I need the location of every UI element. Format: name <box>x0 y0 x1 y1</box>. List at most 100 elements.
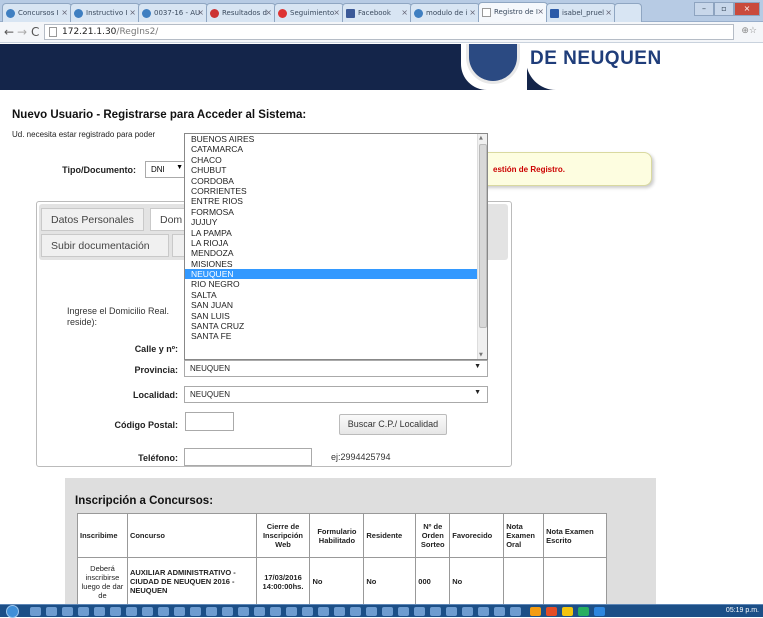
dropdown-option[interactable]: SANTA CRUZ <box>185 321 487 331</box>
buscar-cp-button[interactable]: Buscar C.P./ Localidad <box>339 414 447 435</box>
reload-icon[interactable]: C <box>31 25 39 39</box>
taskbar-app-icon[interactable] <box>222 607 233 616</box>
browser-tab[interactable]: Facebook × <box>342 3 412 22</box>
close-icon[interactable]: × <box>333 8 340 17</box>
browser-tab[interactable]: isabel_pruel × <box>546 3 616 22</box>
taskbar-app-icon[interactable] <box>334 607 345 616</box>
dropdown-option[interactable]: CATAMARCA <box>185 144 487 154</box>
dropdown-option[interactable]: SAN LUIS <box>185 311 487 321</box>
dropdown-option[interactable]: CHACO <box>185 155 487 165</box>
taskbar-app-icon[interactable] <box>110 607 121 616</box>
dropdown-option[interactable]: SALTA <box>185 290 487 300</box>
dropdown-option-selected[interactable]: NEUQUEN <box>185 269 487 280</box>
taskbar-app-icon[interactable] <box>190 607 201 616</box>
taskbar-app-icon[interactable] <box>78 607 89 616</box>
taskbar-app-icon[interactable] <box>238 607 249 616</box>
tipo-doc-select[interactable]: DNI ▼ <box>145 161 188 178</box>
close-icon[interactable]: × <box>61 8 68 17</box>
scroll-down-icon[interactable]: ▼ <box>479 352 483 358</box>
dropdown-option[interactable]: BUENOS AIRES <box>185 134 487 144</box>
taskbar-app-icon[interactable] <box>594 607 605 616</box>
zoom-bookmark-icons[interactable]: ⊕☆ <box>741 26 757 36</box>
taskbar-app-icon[interactable] <box>382 607 393 616</box>
taskbar-app-icon[interactable] <box>30 607 41 616</box>
taskbar-app-icon[interactable] <box>494 607 505 616</box>
browser-tab[interactable]: Seguimiento × <box>274 3 344 22</box>
taskbar-app-icon[interactable] <box>530 607 541 616</box>
provincia-select[interactable]: NEUQUEN ▼ <box>184 360 488 377</box>
dropdown-option[interactable]: FORMOSA <box>185 207 487 217</box>
taskbar-app-icon[interactable] <box>462 607 473 616</box>
taskbar-app-icon[interactable] <box>350 607 361 616</box>
scrollbar-thumb[interactable] <box>479 144 487 328</box>
tab-domicilio[interactable]: Dom <box>150 208 188 231</box>
maximize-button[interactable]: ▫ <box>714 2 734 16</box>
taskbar-app-icon[interactable] <box>546 607 557 616</box>
dropdown-option[interactable]: MENDOZA <box>185 248 487 258</box>
dropdown-scrollbar[interactable]: ▲ ▼ <box>477 134 487 359</box>
taskbar-app-icon[interactable] <box>446 607 457 616</box>
tab-datos-personales[interactable]: Datos Personales <box>41 208 144 231</box>
taskbar-app-icon[interactable] <box>430 607 441 616</box>
dropdown-option[interactable]: ENTRE RIOS <box>185 196 487 206</box>
forward-arrow-icon[interactable]: → <box>17 25 27 39</box>
close-icon[interactable]: × <box>401 8 408 17</box>
dropdown-option[interactable]: RIO NEGRO <box>185 279 487 289</box>
dropdown-option[interactable]: SAN JUAN <box>185 300 487 310</box>
browser-tab[interactable]: modulo de i × <box>410 3 480 22</box>
taskbar-app-icon[interactable] <box>510 607 521 616</box>
taskbar-app-icon[interactable] <box>366 607 377 616</box>
taskbar-app-icon[interactable] <box>286 607 297 616</box>
dropdown-option[interactable]: LA PAMPA <box>185 228 487 238</box>
taskbar-app-icon[interactable] <box>94 607 105 616</box>
browser-tab[interactable]: Concursos I × <box>2 3 72 22</box>
browser-tab[interactable]: 0037-16 - AU × <box>138 3 208 22</box>
taskbar-app-icon[interactable] <box>414 607 425 616</box>
browser-tab[interactable]: Instructivo I × <box>70 3 140 22</box>
close-icon[interactable]: × <box>469 8 476 17</box>
taskbar-app-icon[interactable] <box>302 607 313 616</box>
taskbar-app-icon[interactable] <box>270 607 281 616</box>
browser-tab[interactable]: Resultados d × <box>206 3 276 22</box>
close-icon[interactable]: × <box>197 8 204 17</box>
taskbar-app-icon[interactable] <box>206 607 217 616</box>
close-icon[interactable]: × <box>129 8 136 17</box>
taskbar-app-icon[interactable] <box>478 607 489 616</box>
tab-subir-documentacion[interactable]: Subir documentación <box>41 234 169 257</box>
taskbar-app-icon[interactable] <box>126 607 137 616</box>
taskbar-app-icon[interactable] <box>562 607 573 616</box>
taskbar-app-icon[interactable] <box>62 607 73 616</box>
codigo-postal-input[interactable] <box>185 412 234 431</box>
dropdown-option[interactable]: JUJUY <box>185 217 487 227</box>
start-button[interactable] <box>6 605 19 618</box>
close-icon[interactable]: × <box>605 8 612 17</box>
scroll-up-icon[interactable]: ▲ <box>479 135 483 141</box>
telefono-input[interactable] <box>184 448 312 466</box>
dropdown-option[interactable]: CORDOBA <box>185 176 487 186</box>
minimize-button[interactable]: – <box>694 2 714 16</box>
dropdown-option[interactable]: MISIONES <box>185 259 487 269</box>
taskbar-app-icon[interactable] <box>46 607 57 616</box>
close-icon[interactable]: × <box>265 8 272 17</box>
taskbar-app-icon[interactable] <box>158 607 169 616</box>
table-row: Deberá inscribirse luego de dar de AUXIL… <box>77 557 607 606</box>
close-icon[interactable]: × <box>537 7 544 16</box>
taskbar-clock: 05:19 p.m. <box>725 607 759 614</box>
taskbar-app-icon[interactable] <box>398 607 409 616</box>
new-tab-button[interactable] <box>614 3 642 22</box>
dropdown-option[interactable]: CHUBUT <box>185 165 487 175</box>
dropdown-option[interactable]: LA RIOJA <box>185 238 487 248</box>
provincia-dropdown-list[interactable]: BUENOS AIRES CATAMARCA CHACO CHUBUT CORD… <box>184 133 488 360</box>
taskbar-app-icon[interactable] <box>254 607 265 616</box>
taskbar-app-icon[interactable] <box>142 607 153 616</box>
address-bar[interactable]: 172.21.1.30/RegIns2/ <box>44 24 734 40</box>
taskbar-app-icon[interactable] <box>318 607 329 616</box>
dropdown-option[interactable]: CORRIENTES <box>185 186 487 196</box>
dropdown-option[interactable]: SANTA FE <box>185 331 487 341</box>
taskbar-app-icon[interactable] <box>174 607 185 616</box>
browser-tab-active[interactable]: Registro de I × <box>478 2 548 23</box>
localidad-select[interactable]: NEUQUEN ▼ <box>184 386 488 403</box>
back-arrow-icon[interactable]: ← <box>4 25 14 39</box>
taskbar-app-icon[interactable] <box>578 607 589 616</box>
close-window-button[interactable]: × <box>734 2 760 16</box>
